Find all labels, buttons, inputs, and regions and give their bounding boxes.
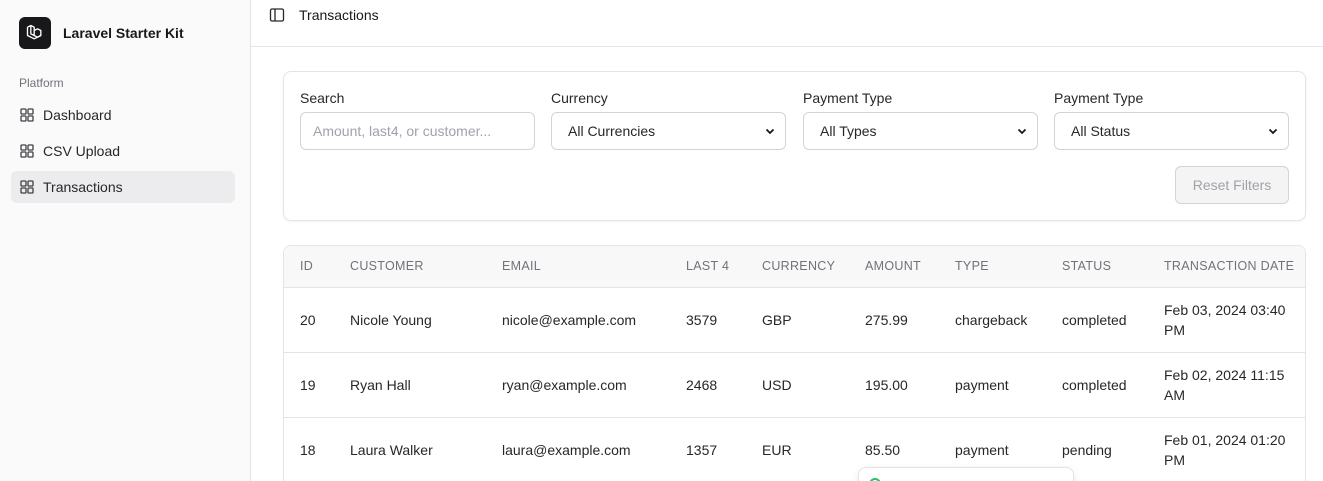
column-header-type[interactable]: TYPE [939, 246, 1046, 287]
table-header-row: ID CUSTOMER EMAIL LAST 4 CURRENCY AMOUNT… [284, 246, 1305, 287]
cell-currency: GBP [762, 311, 792, 328]
sidebar-nav: Dashboard CSV Upload Transactions [11, 99, 235, 207]
cell-id: 19 [300, 376, 316, 393]
status-selected: All Status [1071, 123, 1131, 139]
cell-last4: 3579 [686, 311, 718, 328]
currency-field: Currency All Currencies [551, 90, 786, 150]
column-header-id[interactable]: ID [284, 246, 334, 287]
chevron-down-icon [765, 128, 775, 135]
sidebar-item-label: Dashboard [43, 107, 112, 123]
reset-filters-button[interactable]: Reset Filters [1175, 166, 1289, 204]
column-header-transaction-date[interactable]: TRANSACTION DATE [1148, 246, 1305, 287]
table-row[interactable]: 18 Laura Walker laura@example.com 1357 E… [284, 417, 1305, 481]
search-label: Search [300, 90, 345, 106]
cell-customer: Laura Walker [350, 441, 433, 458]
cell-transaction-date: Feb 03, 2024 03:40 PM [1164, 301, 1286, 338]
cell-last4: 1357 [686, 441, 718, 458]
cell-email: laura@example.com [502, 441, 631, 458]
transactions-table: ID CUSTOMER EMAIL LAST 4 CURRENCY AMOUNT… [284, 246, 1305, 481]
search-input[interactable] [313, 123, 522, 139]
column-header-status[interactable]: STATUS [1046, 246, 1148, 287]
sidebar-item-transactions[interactable]: Transactions [11, 171, 235, 203]
cell-id: 20 [300, 311, 316, 328]
payment-type-label: Payment Type [803, 90, 893, 106]
cell-transaction-date: Feb 01, 2024 01:20 PM [1164, 431, 1286, 468]
cell-customer: Nicole Young [350, 311, 432, 328]
cell-email: ryan@example.com [502, 376, 627, 393]
status-label: Payment Type [1054, 90, 1144, 106]
search-field: Search [300, 90, 535, 150]
cell-transaction-date: Feb 02, 2024 11:15 AM [1164, 366, 1285, 403]
layout-grid-icon [20, 108, 34, 122]
toast-notification[interactable] [858, 467, 1074, 481]
cell-customer: Ryan Hall [350, 376, 411, 393]
column-header-email[interactable]: EMAIL [486, 246, 670, 287]
table-row[interactable]: 19 Ryan Hall ryan@example.com 2468 USD 1… [284, 352, 1305, 417]
currency-selected: All Currencies [568, 123, 656, 139]
cell-status: completed [1062, 311, 1127, 328]
cell-currency: USD [762, 376, 792, 393]
sidebar-item-label: Transactions [43, 179, 123, 195]
column-header-amount[interactable]: AMOUNT [849, 246, 939, 287]
filters-card: Search Currency All Currencies Payment T… [283, 71, 1306, 221]
cell-currency: EUR [762, 441, 792, 458]
cell-id: 18 [300, 441, 316, 458]
sidebar-item-label: CSV Upload [43, 143, 121, 159]
table-row[interactable]: 20 Nicole Young nicole@example.com 3579 … [284, 287, 1305, 352]
transactions-table-card: ID CUSTOMER EMAIL LAST 4 CURRENCY AMOUNT… [283, 245, 1306, 481]
cell-type: chargeback [955, 311, 1028, 328]
cell-last4: 2468 [686, 376, 718, 393]
currency-label: Currency [551, 90, 608, 106]
search-input-box [300, 112, 535, 150]
cell-email: nicole@example.com [502, 311, 637, 328]
payment-type-field: Payment Type All Types [803, 90, 1038, 150]
top-bar: Transactions [251, 0, 1323, 47]
column-header-currency[interactable]: CURRENCY [746, 246, 849, 287]
status-select[interactable]: All Status [1054, 112, 1289, 150]
sidebar-item-csv-upload[interactable]: CSV Upload [11, 135, 235, 167]
breadcrumb-title: Transactions [299, 7, 379, 23]
layout-grid-icon [20, 144, 34, 158]
cell-type: payment [955, 376, 1009, 393]
column-header-last4[interactable]: LAST 4 [670, 246, 746, 287]
column-header-customer[interactable]: CUSTOMER [334, 246, 486, 287]
chevron-down-icon [1268, 128, 1278, 135]
status-field: Payment Type All Status [1054, 90, 1289, 150]
chevron-down-icon [1017, 128, 1027, 135]
currency-select[interactable]: All Currencies [551, 112, 786, 150]
cell-amount: 275.99 [865, 311, 908, 328]
layout-grid-icon [20, 180, 34, 194]
laravel-logo-icon [19, 17, 51, 49]
app-name: Laravel Starter Kit [63, 25, 184, 41]
sidebar: Laravel Starter Kit Platform Dashboard C… [0, 0, 251, 481]
cell-status: completed [1062, 376, 1127, 393]
payment-type-select[interactable]: All Types [803, 112, 1038, 150]
cell-amount: 195.00 [865, 376, 908, 393]
sidebar-toggle-icon[interactable] [269, 7, 285, 23]
nav-group-label: Platform [19, 76, 64, 90]
brand[interactable]: Laravel Starter Kit [19, 17, 184, 49]
payment-type-selected: All Types [820, 123, 877, 139]
sidebar-item-dashboard[interactable]: Dashboard [11, 99, 235, 131]
